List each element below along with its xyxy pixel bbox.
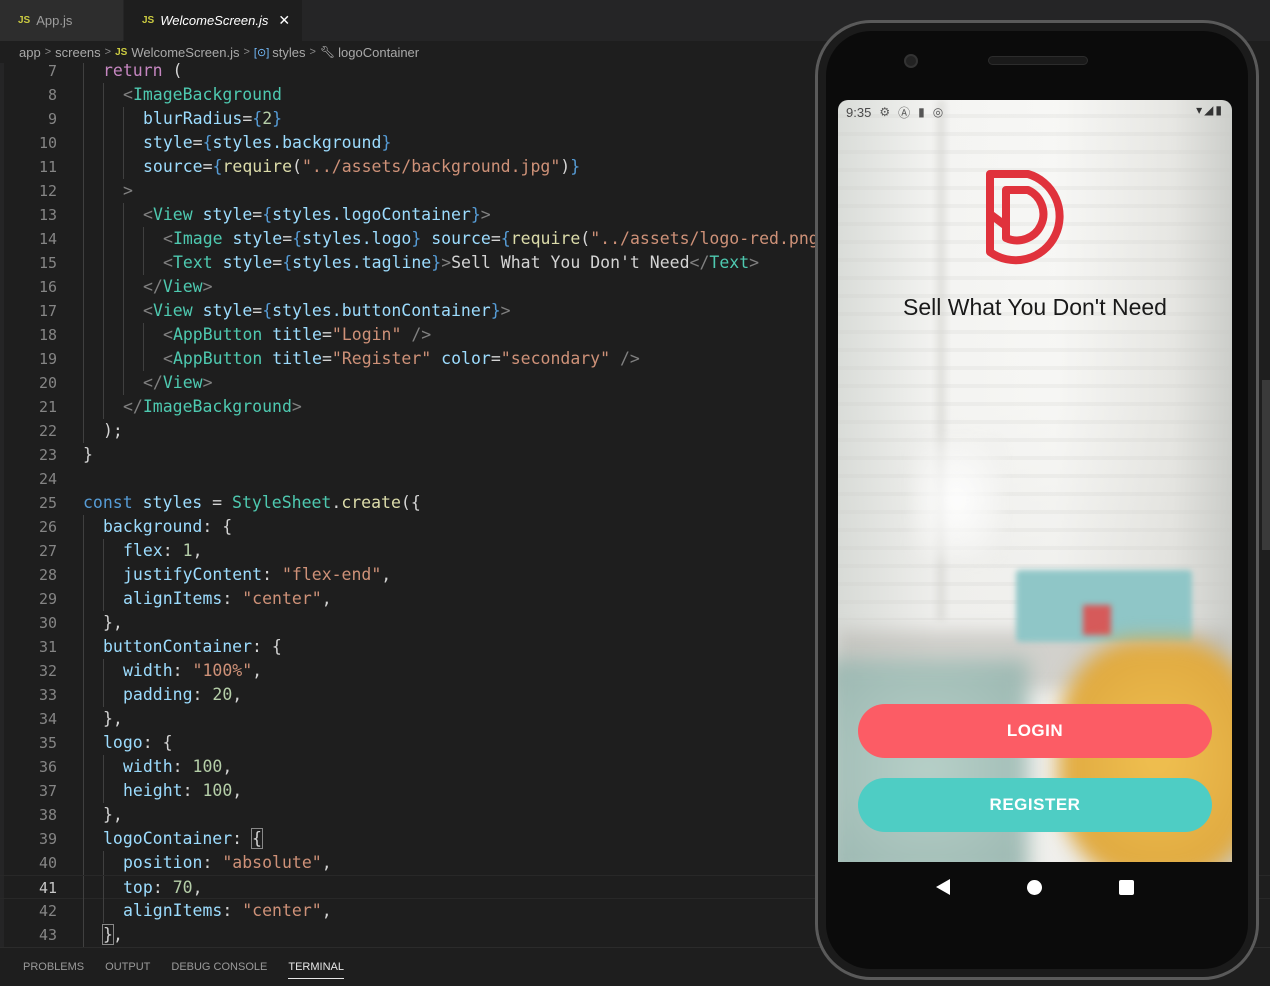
object-symbol-icon: [⊙] bbox=[253, 46, 270, 59]
chevron-right-icon: > bbox=[243, 46, 250, 58]
panel-tab-terminal[interactable]: TERMINAL bbox=[288, 948, 344, 986]
home-icon[interactable] bbox=[1026, 879, 1042, 895]
chevron-right-icon: > bbox=[104, 46, 112, 58]
settings-gear-icon: ⚙ bbox=[879, 105, 891, 119]
background-red-object bbox=[1083, 605, 1111, 635]
recent-apps-icon[interactable] bbox=[1118, 879, 1134, 895]
wrench-property-icon: 🔧︎ bbox=[319, 45, 336, 59]
tab-welcome-screen-js[interactable]: JS WelcomeScreen.js ✕ bbox=[124, 0, 304, 41]
login-button-label: LOGIN bbox=[1006, 721, 1064, 740]
tagline: Sell What You Don't Need bbox=[903, 294, 1167, 320]
register-button-label: REGISTER bbox=[989, 795, 1081, 814]
wifi-signal-battery-icons: ▾◢▮ bbox=[1196, 103, 1224, 117]
register-button[interactable]: REGISTER bbox=[858, 778, 1212, 832]
notification-a-icon: Ⓐ bbox=[898, 105, 911, 120]
sd-card-icon: ▮ bbox=[918, 105, 925, 119]
breadcrumb-item-logo-container[interactable]: logoContainer bbox=[338, 45, 419, 60]
javascript-file-icon: JS bbox=[115, 46, 128, 58]
background-lamp bbox=[912, 440, 1002, 560]
panel-tab-problems[interactable]: PROBLEMS bbox=[23, 948, 84, 986]
breadcrumb-item-styles[interactable]: styles bbox=[272, 45, 305, 60]
breadcrumb-item-file[interactable]: WelcomeScreen.js bbox=[131, 45, 239, 60]
welcome-screen: 9:35 ⚙ Ⓐ ▮ ◎ ▾◢▮ Sell What You Don't Nee… bbox=[838, 100, 1232, 862]
tab-app-js[interactable]: JS App.js bbox=[0, 0, 124, 41]
status-time: 9:35 bbox=[846, 104, 872, 120]
chevron-right-icon: > bbox=[44, 46, 52, 58]
close-icon[interactable]: ✕ bbox=[278, 12, 290, 29]
logo-icon bbox=[986, 170, 1064, 265]
login-button[interactable]: LOGIN bbox=[858, 704, 1212, 758]
sync-icon: ◎ bbox=[932, 105, 944, 119]
breadcrumb-item-screens[interactable]: screens bbox=[55, 45, 101, 60]
back-icon[interactable] bbox=[936, 879, 951, 895]
breadcrumb-item-app[interactable]: app bbox=[19, 45, 41, 60]
tab-label: App.js bbox=[36, 13, 73, 28]
status-bar: 9:35 ⚙ Ⓐ ▮ ◎ ▾◢▮ bbox=[838, 100, 1232, 124]
camera-icon bbox=[904, 54, 918, 68]
speaker-grille bbox=[988, 56, 1088, 65]
panel-tab-output[interactable]: OUTPUT bbox=[105, 948, 150, 986]
android-emulator: 9:35 ⚙ Ⓐ ▮ ◎ ▾◢▮ Sell What You Don't Nee… bbox=[815, 20, 1259, 980]
android-nav-bar bbox=[838, 862, 1232, 912]
chevron-right-icon: > bbox=[309, 46, 316, 58]
javascript-file-icon: JS bbox=[18, 15, 31, 26]
panel-tab-debug-console[interactable]: DEBUG CONSOLE bbox=[171, 948, 267, 986]
tab-label: WelcomeScreen.js bbox=[160, 13, 269, 28]
editor-scrollbar[interactable] bbox=[1262, 380, 1270, 550]
javascript-file-icon: JS bbox=[142, 15, 155, 26]
